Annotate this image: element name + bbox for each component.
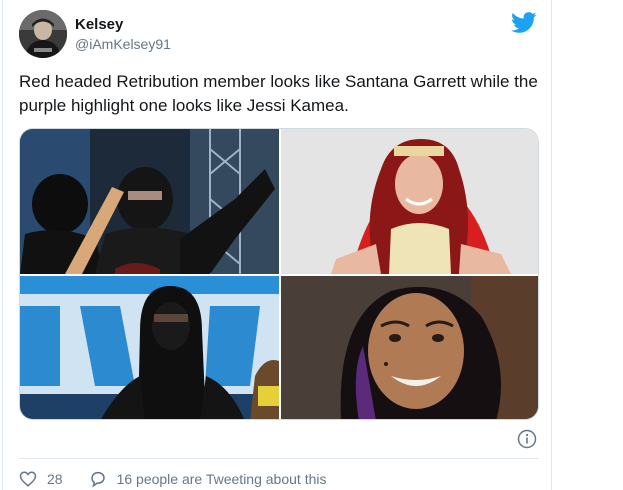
avatar[interactable]	[19, 10, 67, 58]
author-display-name[interactable]: Kelsey	[75, 16, 171, 34]
divider	[19, 458, 539, 459]
author-handle[interactable]: @iAmKelsey91	[75, 34, 171, 54]
photo-red-haired-woman-red-cape[interactable]	[281, 129, 538, 274]
heart-icon	[19, 471, 37, 487]
twitter-bird-icon[interactable]	[511, 12, 537, 34]
info-icon[interactable]	[517, 429, 537, 449]
tweet-actions: 28 16 people are Tweeting about this	[19, 468, 326, 490]
tweet-text: Red headed Retribution member looks like…	[19, 72, 538, 115]
photo-smiling-woman-purple-highlights[interactable]	[281, 276, 538, 419]
photo-masked-wrestlers-with-bat[interactable]	[20, 129, 279, 274]
tweet-card: Kelsey @iAmKelsey91 Red headed Retributi…	[2, 0, 552, 490]
like-count: 28	[47, 471, 63, 487]
photo-hooded-masked-figure[interactable]	[20, 276, 279, 419]
author-names: Kelsey @iAmKelsey91	[75, 16, 171, 54]
like-button[interactable]: 28	[19, 470, 63, 488]
tweet-header: Kelsey @iAmKelsey91	[19, 8, 539, 60]
tweeting-about-text: 16 people are Tweeting about this	[116, 471, 327, 487]
tweeting-about-link[interactable]: 16 people are Tweeting about this	[89, 470, 327, 488]
speech-bubble-icon	[90, 471, 105, 488]
media-grid	[19, 128, 539, 420]
